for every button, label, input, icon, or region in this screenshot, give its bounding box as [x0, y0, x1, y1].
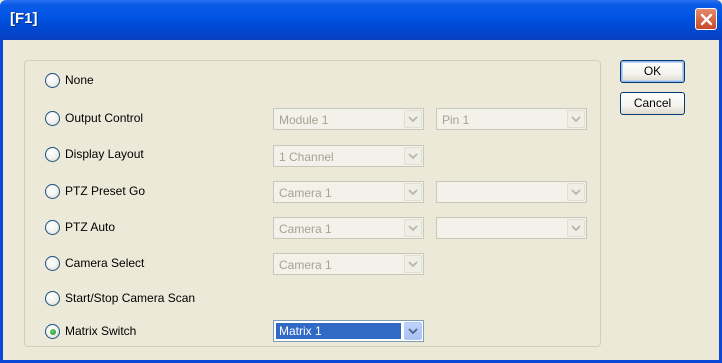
- start-stop-scan-label: Start/Stop Camera Scan: [65, 291, 196, 305]
- cancel-button[interactable]: Cancel: [620, 92, 685, 115]
- chevron-down-icon[interactable]: [567, 110, 585, 128]
- chevron-down-icon[interactable]: [567, 183, 585, 201]
- display-layout-label: Display Layout: [65, 147, 144, 161]
- chevron-down-icon[interactable]: [404, 219, 422, 237]
- display-layout-value: 1 Channel: [279, 150, 334, 164]
- ptz-preset-go-label: PTZ Preset Go: [65, 184, 146, 198]
- chevron-down-icon[interactable]: [404, 322, 422, 340]
- chevron-down-icon[interactable]: [404, 147, 422, 165]
- none-label: None: [65, 73, 94, 87]
- matrix-switch-label: Matrix Switch: [65, 324, 137, 338]
- ok-button[interactable]: OK: [620, 60, 685, 83]
- chevron-down-icon[interactable]: [404, 110, 422, 128]
- display-layout-radio[interactable]: [45, 147, 60, 162]
- matrix-switch-value: Matrix 1: [276, 323, 401, 339]
- output-control-pin-select[interactable]: Pin 1: [436, 108, 587, 130]
- matrix-switch-select[interactable]: Matrix 1: [273, 320, 424, 342]
- chevron-down-icon[interactable]: [404, 183, 422, 201]
- close-button[interactable]: [695, 8, 717, 30]
- output-control-module-value: Module 1: [279, 113, 329, 127]
- display-layout-select[interactable]: 1 Channel: [273, 145, 424, 167]
- close-icon: [700, 13, 713, 26]
- camera-select-select[interactable]: Camera 1: [273, 253, 424, 275]
- ptz-preset-go-radio[interactable]: [45, 184, 60, 199]
- ptz-auto-label: PTZ Auto: [65, 220, 116, 234]
- output-control-label: Output Control: [65, 111, 144, 125]
- output-control-module-select[interactable]: Module 1: [273, 108, 424, 130]
- ptz-auto-radio[interactable]: [45, 220, 60, 235]
- ptz-preset-go-camera-select[interactable]: Camera 1: [273, 181, 424, 203]
- ptz-auto-camera-select[interactable]: Camera 1: [273, 217, 424, 239]
- ptz-preset-go-camera-value: Camera 1: [279, 186, 332, 200]
- ptz-auto-camera-value: Camera 1: [279, 222, 332, 236]
- ptz-preset-go-preset-select[interactable]: [436, 181, 587, 203]
- chevron-down-icon[interactable]: [404, 255, 422, 273]
- chevron-down-icon[interactable]: [567, 219, 585, 237]
- window-title: [F1]: [10, 10, 38, 27]
- camera-select-value: Camera 1: [279, 258, 332, 272]
- start-stop-scan-radio[interactable]: [45, 291, 60, 306]
- matrix-switch-radio[interactable]: [45, 324, 60, 339]
- camera-select-label: Camera Select: [65, 256, 145, 270]
- camera-select-radio[interactable]: [45, 256, 60, 271]
- ptz-auto-mode-select[interactable]: [436, 217, 587, 239]
- output-control-pin-value: Pin 1: [442, 113, 470, 127]
- none-radio[interactable]: [45, 73, 60, 88]
- output-control-radio[interactable]: [45, 111, 60, 126]
- title-bar[interactable]: [F1]: [0, 0, 722, 40]
